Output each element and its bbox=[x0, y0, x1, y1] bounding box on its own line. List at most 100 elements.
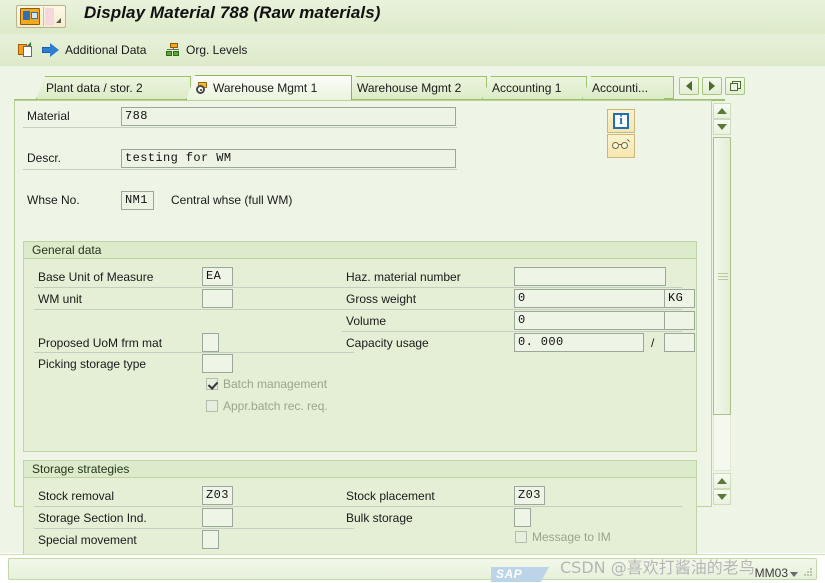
tab-label: Plant data / stor. 2 bbox=[46, 81, 143, 95]
panel-scrollbar[interactable] bbox=[713, 101, 733, 507]
scroll-up-button[interactable] bbox=[713, 103, 731, 119]
chevron-down-icon[interactable] bbox=[790, 572, 798, 577]
proposed-uom-label: Proposed UoM frm mat bbox=[38, 336, 163, 350]
capacity-usage-unit-field[interactable] bbox=[664, 333, 695, 352]
chevron-left-icon bbox=[686, 81, 692, 91]
volume-label: Volume bbox=[346, 314, 387, 328]
row-divider bbox=[34, 352, 354, 353]
org-levels-icon bbox=[166, 43, 182, 57]
row-divider bbox=[342, 506, 682, 507]
haz-material-label: Haz. material number bbox=[346, 270, 461, 284]
tab-list-button[interactable] bbox=[725, 77, 745, 95]
description-field[interactable]: testing for WM bbox=[121, 149, 456, 168]
capacity-usage-field[interactable]: 0. 000 bbox=[514, 333, 644, 352]
sap-gui-window: Display Material 788 (Raw materials) Add… bbox=[0, 0, 825, 583]
description-label: Descr. bbox=[27, 151, 62, 165]
row-divider bbox=[342, 331, 682, 332]
title-bar: Display Material 788 (Raw materials) bbox=[0, 0, 825, 35]
tab-list-icon bbox=[729, 81, 741, 91]
tab-accounting-2[interactable]: Accounti... bbox=[582, 76, 670, 99]
divider bbox=[43, 7, 44, 26]
arrow-down-icon bbox=[717, 494, 727, 500]
haz-material-field[interactable] bbox=[514, 267, 666, 286]
copy-icon bbox=[18, 42, 34, 58]
additional-data-label: Additional Data bbox=[65, 43, 147, 57]
scrollbar-thumb[interactable] bbox=[713, 137, 731, 415]
stock-removal-field[interactable]: Z03 bbox=[202, 486, 233, 505]
row-divider bbox=[34, 309, 354, 310]
arrow-down-icon bbox=[717, 124, 727, 130]
tab-accounting-1[interactable]: Accounting 1 bbox=[482, 76, 587, 99]
wm-unit-field[interactable] bbox=[202, 289, 233, 308]
row-divider bbox=[23, 127, 457, 128]
tab-strip: Plant data / stor. 2 Warehouse Mgmt 1 Wa… bbox=[14, 75, 811, 101]
system-menu-button[interactable] bbox=[16, 5, 66, 28]
warehouse-description-text: Central whse (full WM) bbox=[171, 193, 293, 207]
work-area: Plant data / stor. 2 Warehouse Mgmt 1 Wa… bbox=[0, 66, 825, 561]
bulk-storage-field[interactable] bbox=[514, 508, 531, 527]
storage-strategies-caption: Storage strategies bbox=[24, 461, 696, 478]
additional-data-label-group[interactable]: Additional Data bbox=[42, 39, 146, 61]
gross-weight-label: Gross weight bbox=[346, 292, 417, 306]
general-data-caption: General data bbox=[24, 242, 696, 259]
scrollbar-track[interactable] bbox=[713, 137, 731, 471]
application-toolbar: Additional Data Org. Levels bbox=[0, 34, 825, 67]
special-movement-label: Special movement bbox=[38, 533, 137, 547]
picking-storage-type-field[interactable] bbox=[202, 354, 233, 373]
special-movement-field[interactable] bbox=[202, 530, 219, 549]
stock-placement-field[interactable]: Z03 bbox=[514, 486, 545, 505]
warehouse-number-field[interactable]: NM1 bbox=[121, 191, 154, 210]
transaction-code: MM03 bbox=[754, 566, 788, 580]
volume-unit-field[interactable] bbox=[664, 311, 695, 330]
message-to-im-label: Message to IM bbox=[532, 530, 611, 544]
grip-line bbox=[718, 276, 728, 277]
tab-warehouse-mgmt-1[interactable]: Warehouse Mgmt 1 bbox=[186, 75, 352, 100]
gross-weight-field[interactable]: 0 bbox=[514, 289, 666, 308]
base-unit-label: Base Unit of Measure bbox=[38, 270, 154, 284]
info-icon bbox=[613, 112, 629, 129]
picking-storage-type-label: Picking storage type bbox=[38, 357, 147, 371]
material-label: Material bbox=[27, 109, 70, 123]
tab-label: Accounting 1 bbox=[492, 81, 562, 95]
scroll-page-up-button[interactable] bbox=[713, 473, 731, 489]
base-unit-field[interactable]: EA bbox=[202, 267, 233, 286]
material-header: Material 788 Descr. testing for WM Whse … bbox=[23, 107, 683, 210]
capacity-usage-separator: / bbox=[651, 336, 655, 350]
message-to-im-checkbox[interactable] bbox=[515, 531, 527, 543]
warehouse-row: Whse No. NM1 Central whse (full WM) bbox=[23, 191, 683, 212]
description-row: Descr. testing for WM bbox=[23, 149, 683, 170]
arrow-up-icon bbox=[717, 478, 727, 484]
glasses-icon bbox=[612, 139, 630, 152]
batch-management-checkbox[interactable] bbox=[206, 378, 218, 390]
volume-field[interactable]: 0 bbox=[514, 311, 666, 330]
additional-data-button[interactable] bbox=[18, 39, 38, 61]
chevron-right-icon bbox=[709, 81, 715, 91]
org-levels-button[interactable]: Org. Levels bbox=[166, 39, 247, 61]
org-levels-label: Org. Levels bbox=[186, 43, 248, 57]
tab-warehouse-mgmt-2[interactable]: Warehouse Mgmt 2 bbox=[347, 76, 487, 99]
row-divider bbox=[23, 169, 457, 170]
detail-panel: Material 788 Descr. testing for WM Whse … bbox=[14, 100, 733, 561]
storage-section-ind-field[interactable] bbox=[202, 508, 233, 527]
tab-label: Warehouse Mgmt 2 bbox=[357, 81, 462, 95]
appr-batch-rec-req-checkbox[interactable] bbox=[206, 400, 218, 412]
scroll-page-down-button[interactable] bbox=[713, 489, 731, 505]
icon-accent bbox=[45, 8, 54, 25]
warehouse-number-label: Whse No. bbox=[27, 193, 80, 207]
bulk-storage-label: Bulk storage bbox=[346, 511, 413, 525]
stock-placement-label: Stock placement bbox=[346, 489, 435, 503]
arrow-up-icon bbox=[717, 108, 727, 114]
row-divider bbox=[34, 528, 354, 529]
tab-scroll-left-button[interactable] bbox=[679, 77, 699, 95]
stock-removal-label: Stock removal bbox=[38, 489, 115, 503]
display-glasses-button[interactable] bbox=[607, 134, 635, 158]
info-button[interactable] bbox=[607, 109, 635, 133]
tab-plant-data-stor-2[interactable]: Plant data / stor. 2 bbox=[36, 76, 191, 99]
gross-weight-unit-field[interactable]: KG bbox=[664, 289, 695, 308]
material-field[interactable]: 788 bbox=[121, 107, 456, 126]
resize-grip[interactable] bbox=[803, 567, 812, 576]
sap-logo: SAP bbox=[491, 567, 549, 582]
tab-scroll-right-button[interactable] bbox=[702, 77, 722, 95]
scroll-down-button[interactable] bbox=[713, 119, 731, 135]
proposed-uom-field[interactable] bbox=[202, 333, 219, 352]
